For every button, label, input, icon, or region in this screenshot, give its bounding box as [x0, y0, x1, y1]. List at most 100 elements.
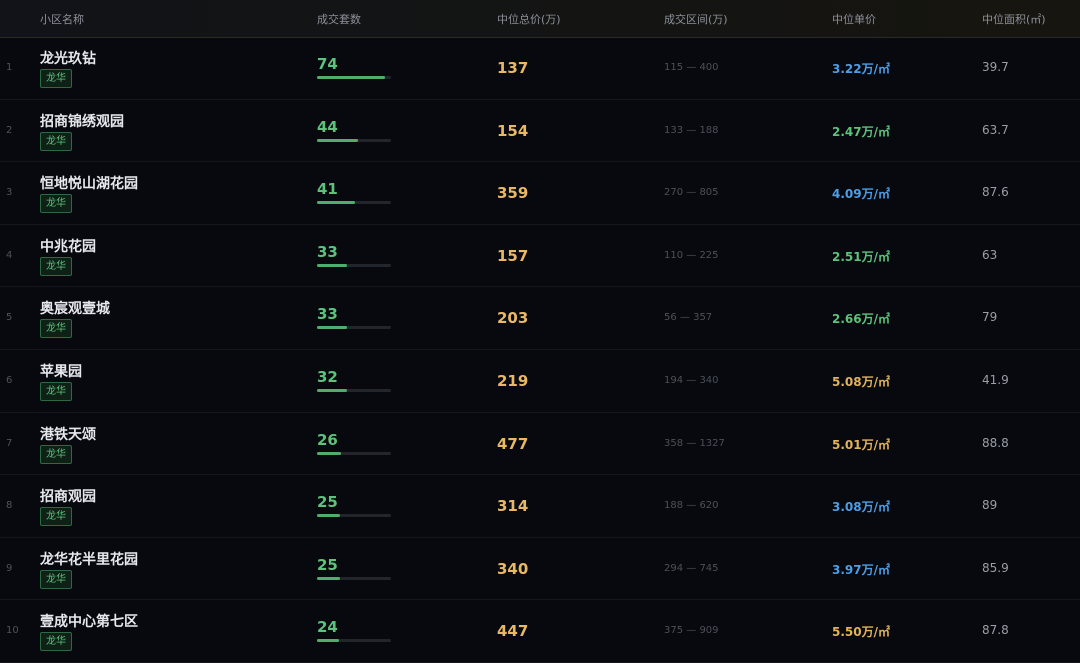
row-median-unit-price: 5.50万/㎡ [832, 625, 890, 640]
row-deal-count: 33 [317, 305, 338, 324]
table-row[interactable]: 5 奥宸观壹城 龙华 33 203 56 — 357 2.66万/㎡ 79 [0, 287, 1080, 350]
row-community-name[interactable]: 壹成中心第七区 [40, 611, 138, 631]
row-median-unit-price: 5.01万/㎡ [832, 437, 890, 452]
deal-count-bar-fill [317, 263, 347, 267]
district-badge: 龙华 [40, 444, 72, 464]
row-median-area: 41.9 [982, 373, 1009, 387]
row-deal-count: 44 [317, 117, 338, 136]
deal-count-bar [317, 451, 391, 455]
table-row[interactable]: 3 恒地悦山湖花园 龙华 41 359 270 — 805 4.09万/㎡ 87.6 [0, 162, 1080, 225]
row-price-range: 294 — 745 [664, 562, 719, 574]
row-rank: 6 [6, 375, 13, 386]
deal-count-bar [317, 326, 391, 330]
row-deal-count: 74 [317, 55, 338, 73]
table-row[interactable]: 9 龙华花半里花园 龙华 25 340 294 — 745 3.97万/㎡ 85.9 [0, 538, 1080, 601]
row-median-area: 89 [982, 498, 998, 513]
row-median-unit-price: 4.09万/㎡ [832, 187, 890, 202]
row-rank: 5 [6, 312, 13, 324]
row-rank: 3 [6, 187, 13, 199]
table-row[interactable]: 8 招商观园 龙华 25 314 188 — 620 3.08万/㎡ 89 [0, 475, 1080, 538]
row-deal-count: 25 [317, 555, 338, 574]
row-community-name[interactable]: 恒地悦山湖花园 [40, 173, 138, 193]
row-community-name[interactable]: 奥宸观壹城 [40, 298, 110, 318]
row-rank: 7 [6, 437, 13, 449]
deal-count-bar-fill [317, 138, 358, 142]
table-row[interactable]: 10 壹成中心第七区 龙华 24 447 375 — 909 5.50万/㎡ 87.8 [0, 600, 1080, 663]
row-median-total: 477 [497, 434, 529, 453]
deal-count-bar-fill [317, 201, 355, 205]
row-price-range: 188 — 620 [664, 500, 719, 512]
row-median-total: 154 [497, 121, 529, 140]
header-count[interactable]: 成交套数 [317, 11, 361, 27]
row-price-range: 270 — 805 [664, 187, 719, 199]
row-price-range: 56 — 357 [664, 312, 713, 324]
row-deal-count: 26 [317, 430, 338, 449]
deal-count-bar-fill [317, 576, 340, 580]
row-rank: 2 [6, 124, 13, 136]
deal-count-bar [317, 576, 391, 580]
row-median-unit-price: 2.51万/㎡ [832, 249, 890, 264]
row-rank: 1 [6, 62, 13, 73]
row-price-range: 115 — 400 [664, 62, 719, 73]
deal-count-bar [317, 263, 391, 267]
header-total[interactable]: 中位总价(万) [497, 11, 561, 27]
row-median-area: 87.6 [982, 185, 1009, 200]
row-price-range: 133 — 188 [664, 124, 719, 136]
deal-count-bar [317, 138, 391, 142]
header-range[interactable]: 成交区间(万) [664, 11, 728, 27]
deal-count-bar-fill [317, 451, 341, 455]
row-median-area: 39.7 [982, 60, 1009, 74]
deal-count-bar [317, 76, 391, 79]
deal-count-bar [317, 639, 391, 643]
table-header: 小区名称 成交套数 中位总价(万) 成交区间(万) 中位单价 中位面积(㎡) [0, 0, 1080, 38]
header-area[interactable]: 中位面积(㎡) [982, 11, 1046, 27]
table-row[interactable]: 4 中兆花园 龙华 33 157 110 — 225 2.51万/㎡ 63 [0, 225, 1080, 288]
deal-count-bar-fill [317, 389, 347, 392]
row-price-range: 358 — 1327 [664, 437, 725, 449]
table-row[interactable]: 2 招商锦绣观园 龙华 44 154 133 — 188 2.47万/㎡ 63.7 [0, 100, 1080, 163]
deal-count-bar [317, 201, 391, 205]
row-median-total: 447 [497, 622, 529, 641]
row-price-range: 194 — 340 [664, 375, 719, 386]
header-name[interactable]: 小区名称 [40, 11, 84, 27]
row-price-range: 375 — 909 [664, 625, 719, 637]
row-median-unit-price: 3.22万/㎡ [832, 62, 890, 76]
row-median-total: 219 [497, 372, 529, 390]
district-badge: 龙华 [40, 632, 72, 652]
district-badge: 龙华 [40, 507, 72, 527]
row-deal-count: 32 [317, 368, 338, 386]
district-badge: 龙华 [40, 569, 72, 589]
row-median-unit-price: 5.08万/㎡ [832, 375, 890, 389]
district-badge: 龙华 [40, 382, 72, 401]
district-badge: 龙华 [40, 319, 72, 339]
row-community-name[interactable]: 中兆花园 [40, 236, 96, 256]
deal-count-bar [317, 514, 391, 518]
row-median-unit-price: 3.08万/㎡ [832, 500, 890, 515]
row-median-area: 87.8 [982, 623, 1009, 638]
row-community-name[interactable]: 招商锦绣观园 [40, 111, 124, 131]
row-community-name[interactable]: 龙华花半里花园 [40, 549, 138, 569]
row-community-name[interactable]: 港铁天颂 [40, 424, 96, 444]
table-row[interactable]: 7 港铁天颂 龙华 26 477 358 — 1327 5.01万/㎡ 88.8 [0, 413, 1080, 476]
row-rank: 10 [6, 625, 19, 637]
row-median-total: 203 [497, 309, 529, 328]
row-median-area: 85.9 [982, 560, 1009, 575]
row-median-area: 63.7 [982, 122, 1009, 137]
row-median-area: 79 [982, 310, 998, 325]
table-row[interactable]: 6 苹果园 龙华 32 219 194 — 340 5.08万/㎡ 41.9 [0, 350, 1080, 413]
row-median-unit-price: 2.66万/㎡ [832, 312, 890, 327]
table-row[interactable]: 1 龙光玖钻 龙华 74 137 115 — 400 3.22万/㎡ 39.7 [0, 37, 1080, 100]
row-median-total: 157 [497, 246, 529, 265]
row-community-name[interactable]: 招商观园 [40, 486, 96, 506]
row-deal-count: 33 [317, 242, 338, 261]
row-community-name[interactable]: 龙光玖钻 [40, 48, 96, 68]
deal-count-bar-fill [317, 76, 385, 79]
deal-count-bar [317, 389, 391, 392]
row-deal-count: 24 [317, 618, 338, 637]
row-deal-count: 41 [317, 180, 338, 199]
deal-count-bar-fill [317, 514, 340, 518]
header-unit[interactable]: 中位单价 [832, 11, 876, 27]
row-community-name[interactable]: 苹果园 [40, 361, 82, 381]
row-median-total: 314 [497, 497, 529, 516]
row-median-total: 359 [497, 184, 529, 203]
